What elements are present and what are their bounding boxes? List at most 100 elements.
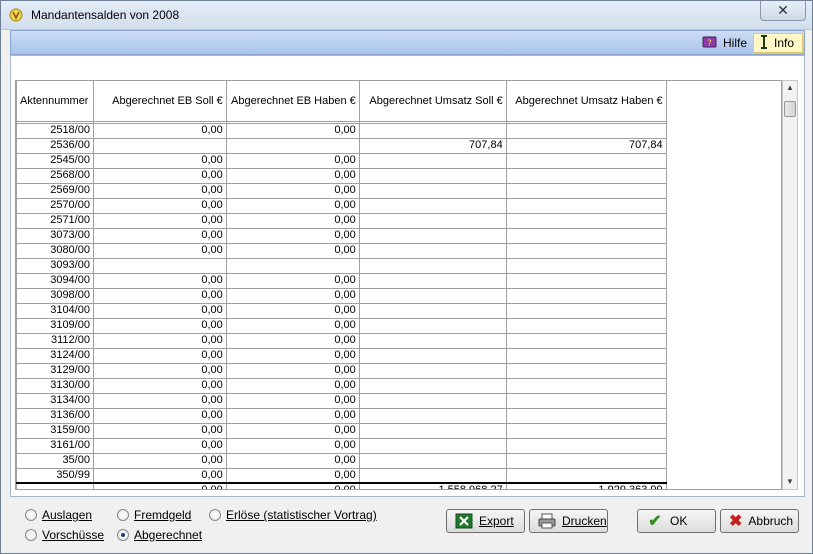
cell-eb-soll[interactable]: 0,00 (92, 377, 227, 394)
cell-umsatz-soll[interactable] (358, 257, 507, 274)
cell-umsatz-soll[interactable] (358, 467, 507, 484)
table-row[interactable]: 35/00 0,00 0,00 (16, 452, 782, 469)
cell-eb-haben[interactable]: 0,00 (225, 122, 360, 139)
cell-umsatz-haben[interactable] (505, 272, 667, 289)
cell-umsatz-haben[interactable] (505, 362, 667, 379)
cell-umsatz-soll[interactable] (358, 422, 507, 439)
cell-aktennummer[interactable]: 2569/00 (16, 182, 94, 199)
radio-abgerechnet[interactable]: Abgerechnet (117, 528, 202, 542)
cell-aktennummer[interactable]: 3080/00 (16, 242, 94, 259)
cell-umsatz-haben[interactable] (505, 317, 667, 334)
cell-eb-soll[interactable]: 0,00 (92, 287, 227, 304)
cell-eb-soll[interactable]: 0,00 (92, 152, 227, 169)
cell-umsatz-soll[interactable] (358, 182, 507, 199)
table-row[interactable]: 350/99 0,00 0,00 (16, 467, 782, 484)
cell-eb-soll[interactable]: 0,00 (92, 422, 227, 439)
cell-umsatz-haben[interactable]: 707,84 (505, 137, 667, 154)
cell-umsatz-haben[interactable] (505, 347, 667, 364)
cell-eb-haben[interactable] (225, 257, 360, 274)
col-header-umsatz-soll[interactable]: Abgerechnet Umsatz Soll € (358, 81, 507, 122)
table-row[interactable]: 3098/00 0,00 0,00 (16, 287, 782, 304)
cell-aktennummer[interactable]: 3129/00 (16, 362, 94, 379)
cell-eb-soll[interactable]: 0,00 (92, 122, 227, 139)
close-button[interactable]: ✕ (760, 1, 806, 21)
cell-umsatz-haben[interactable] (505, 377, 667, 394)
cell-umsatz-soll[interactable] (358, 362, 507, 379)
cell-eb-soll[interactable] (92, 137, 227, 154)
cell-eb-soll[interactable]: 0,00 (92, 242, 227, 259)
cell-eb-haben[interactable]: 0,00 (225, 302, 360, 319)
ok-button[interactable]: ✔ OK (637, 509, 716, 533)
cell-umsatz-soll[interactable] (358, 242, 507, 259)
cell-eb-soll[interactable] (92, 257, 227, 274)
cell-umsatz-haben[interactable] (505, 422, 667, 439)
cell-umsatz-haben[interactable] (505, 182, 667, 199)
cell-umsatz-soll[interactable] (358, 272, 507, 289)
table-row[interactable]: 3129/00 0,00 0,00 (16, 362, 782, 379)
cell-umsatz-soll[interactable] (358, 302, 507, 319)
col-header-aktennummer[interactable]: Aktennummer (16, 81, 94, 122)
cell-eb-haben[interactable]: 0,00 (225, 377, 360, 394)
cell-eb-haben[interactable]: 0,00 (225, 452, 360, 469)
radio-vorschuesse[interactable]: Vorschüsse (25, 528, 104, 542)
table-row[interactable]: 3130/00 0,00 0,00 (16, 377, 782, 394)
cell-umsatz-soll[interactable] (358, 407, 507, 424)
table-row[interactable]: 2568/00 0,00 0,00 (16, 167, 782, 184)
radio-erloese[interactable]: Erlöse (statistischer Vortrag) (209, 508, 377, 522)
scroll-thumb[interactable] (784, 101, 796, 117)
vertical-scrollbar[interactable]: ▲ ▼ (782, 80, 798, 490)
cell-aktennummer[interactable]: 2568/00 (16, 167, 94, 184)
cell-umsatz-soll[interactable] (358, 392, 507, 409)
cell-eb-soll[interactable]: 0,00 (92, 182, 227, 199)
cell-umsatz-soll[interactable] (358, 152, 507, 169)
cell-eb-haben[interactable]: 0,00 (225, 332, 360, 349)
cell-umsatz-haben[interactable] (505, 467, 667, 484)
cell-eb-soll[interactable]: 0,00 (92, 272, 227, 289)
cell-eb-soll[interactable]: 0,00 (92, 467, 227, 484)
cell-eb-soll[interactable]: 0,00 (92, 317, 227, 334)
table-row[interactable]: 3134/00 0,00 0,00 (16, 392, 782, 409)
cell-eb-soll[interactable]: 0,00 (92, 392, 227, 409)
table-row[interactable]: 3080/00 0,00 0,00 (16, 242, 782, 259)
table-row[interactable]: 2518/00 0,00 0,00 (16, 122, 782, 139)
cell-aktennummer[interactable]: 3124/00 (16, 347, 94, 364)
cell-eb-haben[interactable]: 0,00 (225, 407, 360, 424)
drucken-button[interactable]: Drucken (529, 509, 608, 533)
table-row[interactable]: 3161/00 0,00 0,00 (16, 437, 782, 454)
table-row[interactable]: 2536/00 707,84 707,84 (16, 137, 782, 154)
cell-aktennummer[interactable]: 350/99 (16, 467, 94, 484)
info-button[interactable]: Info (753, 33, 803, 53)
scroll-down-icon[interactable]: ▼ (783, 475, 797, 489)
cell-umsatz-soll[interactable] (358, 347, 507, 364)
table-row[interactable]: 3093/00 (16, 257, 782, 274)
cell-aktennummer[interactable]: 3093/00 (16, 257, 94, 274)
export-button[interactable]: Export (446, 509, 525, 533)
cell-eb-haben[interactable]: 0,00 (225, 182, 360, 199)
cell-aktennummer[interactable]: 3112/00 (16, 332, 94, 349)
cell-eb-haben[interactable]: 0,00 (225, 317, 360, 334)
cell-eb-haben[interactable]: 0,00 (225, 362, 360, 379)
cell-umsatz-soll[interactable] (358, 452, 507, 469)
cell-eb-haben[interactable]: 0,00 (225, 437, 360, 454)
cell-aktennummer[interactable]: 3104/00 (16, 302, 94, 319)
table-row[interactable]: 3109/00 0,00 0,00 (16, 317, 782, 334)
col-header-eb-soll[interactable]: Abgerechnet EB Soll € (92, 81, 227, 122)
table-row[interactable]: 2570/00 0,00 0,00 (16, 197, 782, 214)
cell-eb-haben[interactable] (225, 137, 360, 154)
cell-aktennummer[interactable]: 2571/00 (16, 212, 94, 229)
cell-eb-soll[interactable]: 0,00 (92, 332, 227, 349)
table-row[interactable]: 3112/00 0,00 0,00 (16, 332, 782, 349)
cell-aktennummer[interactable]: 3161/00 (16, 437, 94, 454)
cell-aktennummer[interactable]: 2518/00 (16, 122, 94, 139)
cell-eb-haben[interactable]: 0,00 (225, 152, 360, 169)
table-row[interactable]: 3073/00 0,00 0,00 (16, 227, 782, 244)
cell-umsatz-haben[interactable] (505, 212, 667, 229)
cell-umsatz-haben[interactable] (505, 287, 667, 304)
radio-fremdgeld[interactable]: Fremdgeld (117, 508, 191, 522)
cell-aktennummer[interactable]: 35/00 (16, 452, 94, 469)
table-row[interactable]: 2569/00 0,00 0,00 (16, 182, 782, 199)
cell-eb-soll[interactable]: 0,00 (92, 212, 227, 229)
cell-aktennummer[interactable]: 3159/00 (16, 422, 94, 439)
abbruch-button[interactable]: ✖ Abbruch (720, 509, 799, 533)
cell-eb-haben[interactable]: 0,00 (225, 167, 360, 184)
